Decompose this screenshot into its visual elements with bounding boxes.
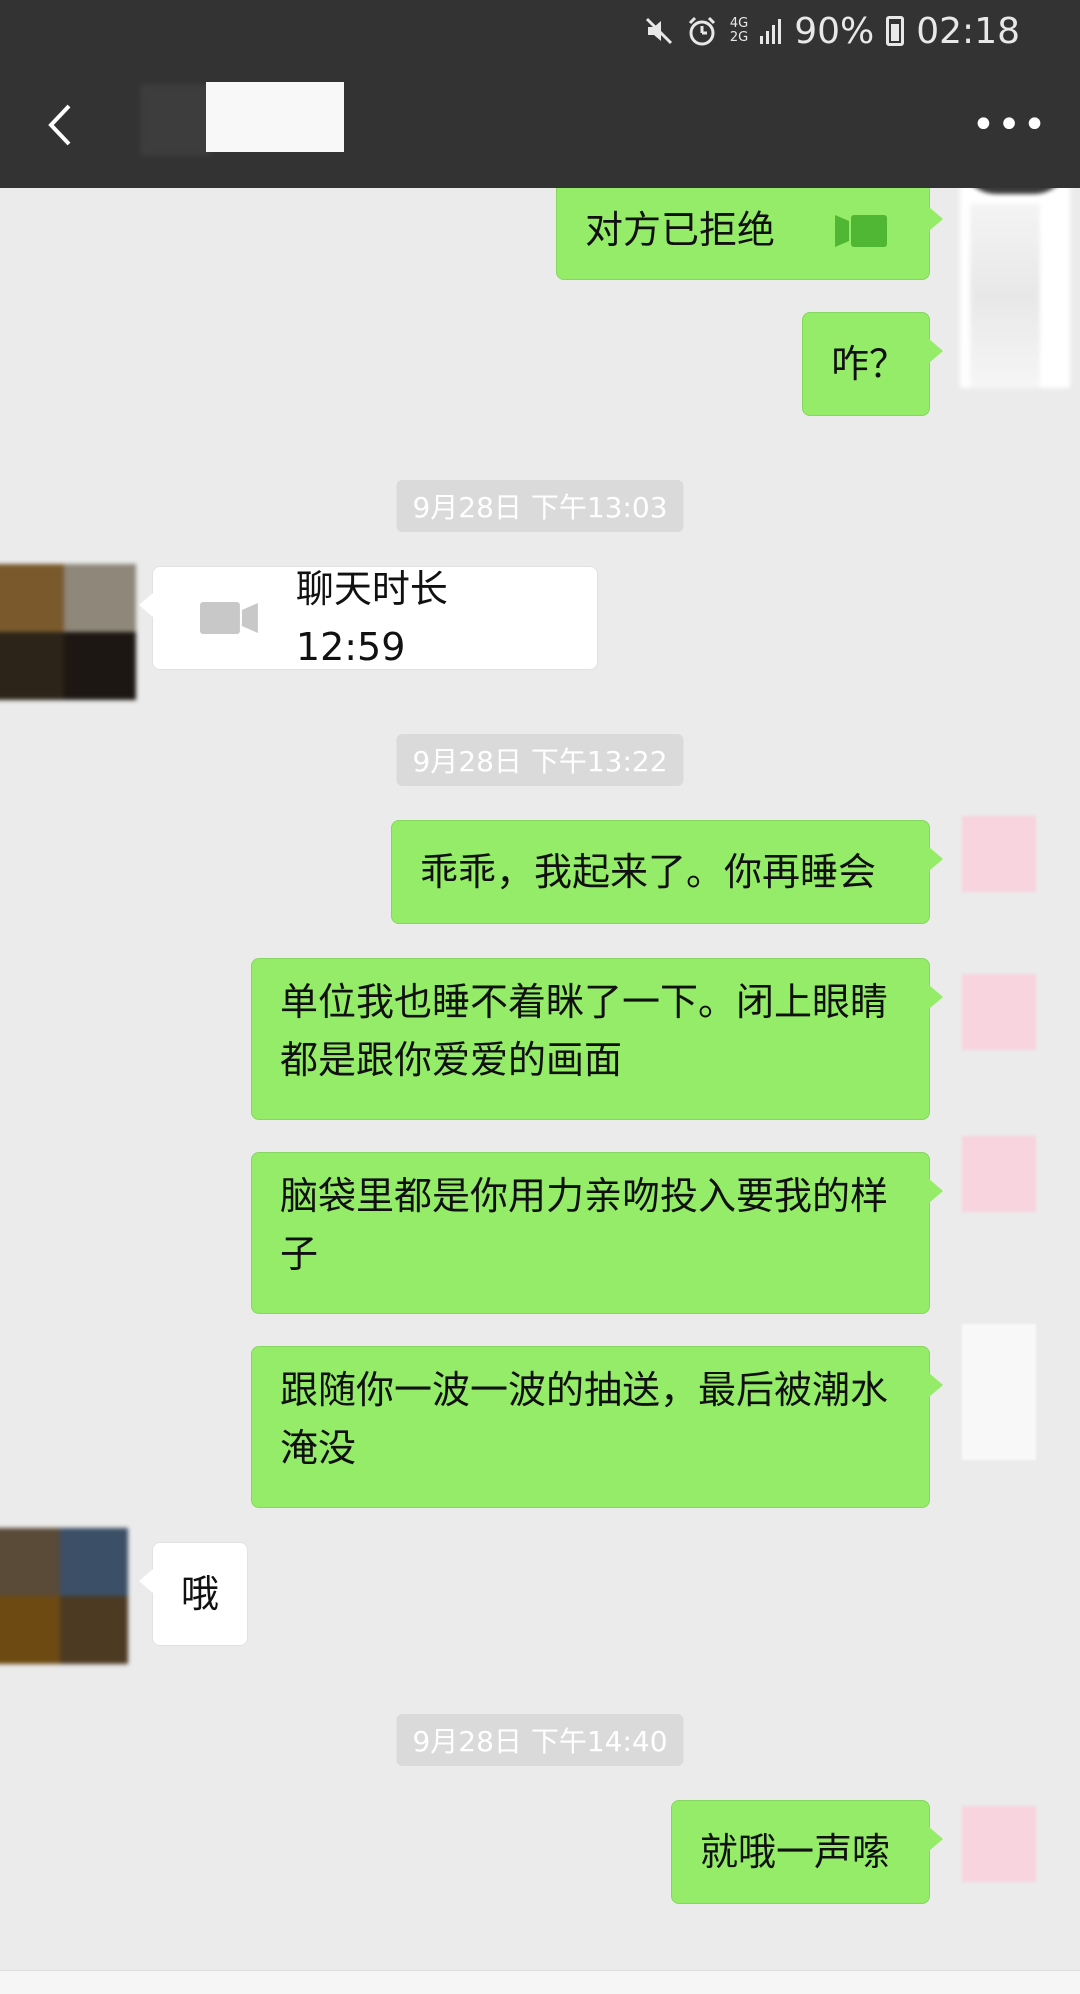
chat-area: 对方已拒绝 咋？ 9月28日 下午13:03 聊天时长 12:59 9月28日 …	[0, 188, 1080, 1970]
message-bubble[interactable]: 乖乖，我起来了。你再睡会	[391, 820, 943, 924]
mute-icon	[645, 17, 672, 45]
timestamp: 9月28日 下午13:22	[396, 734, 684, 786]
my-avatar[interactable]	[962, 1324, 1036, 1460]
chat-header: •••	[0, 62, 1080, 188]
message-text: 单位我也睡不着眯了一下。闭上眼睛都是跟你爱爱的画面	[280, 980, 889, 1082]
message-bubble[interactable]: 单位我也睡不着眯了一下。闭上眼睛都是跟你爱爱的画面	[251, 958, 943, 1120]
message-call-duration[interactable]: 聊天时长 12:59	[139, 566, 598, 670]
message-text: 咋？	[831, 342, 908, 386]
chevron-left-icon	[48, 104, 71, 146]
message-text: 脑袋里都是你用力亲吻投入要我的样子	[280, 1174, 889, 1276]
contact-name-redacted	[206, 82, 344, 152]
message-text: 聊天时长 12:59	[295, 567, 448, 669]
message-text: 跟随你一波一波的抽送，最后被潮水淹没	[280, 1368, 889, 1470]
message-bubble[interactable]: 跟随你一波一波的抽送，最后被潮水淹没	[251, 1346, 943, 1508]
back-button[interactable]	[30, 92, 90, 158]
my-avatar[interactable]	[962, 1806, 1036, 1882]
message-bubble[interactable]: 哦	[139, 1542, 248, 1646]
video-camera-icon	[199, 602, 258, 634]
network-4g: 4G	[729, 16, 749, 31]
timestamp: 9月28日 下午14:40	[396, 1714, 684, 1766]
my-avatar[interactable]	[962, 816, 1036, 892]
status-time: 02:18	[916, 10, 1020, 52]
more-button[interactable]: •••	[972, 102, 1047, 148]
status-bar: 4G 2G 90% 02:18	[0, 0, 1080, 62]
message-text: 哦	[180, 1572, 219, 1616]
message-bubble[interactable]: 脑袋里都是你用力亲吻投入要我的样子	[251, 1152, 943, 1314]
signal-icon	[760, 19, 782, 44]
more-icon: •••	[971, 102, 1049, 148]
contact-avatar[interactable]	[0, 1528, 128, 1664]
network-type: 4G 2G	[730, 17, 748, 45]
my-avatar[interactable]	[962, 1136, 1036, 1212]
input-bar-edge	[0, 1970, 1080, 1994]
message-text: 乖乖，我起来了。你再睡会	[420, 850, 877, 894]
message-text: 对方已拒绝	[585, 208, 776, 252]
message-text: 就哦一声嗦	[700, 1830, 891, 1874]
contact-avatar[interactable]	[0, 564, 136, 700]
timestamp: 9月28日 下午13:03	[396, 480, 684, 532]
message-call-declined[interactable]: 对方已拒绝	[556, 188, 943, 280]
battery-icon	[886, 16, 905, 46]
alarm-icon	[688, 16, 715, 46]
battery-percent: 90%	[794, 10, 875, 52]
network-2g: 2G	[729, 30, 749, 45]
message-bubble[interactable]: 咋？	[802, 312, 943, 416]
my-avatar[interactable]	[962, 974, 1036, 1050]
video-call-icon	[835, 215, 887, 247]
status-icons: 4G 2G 90% 02:18	[644, 8, 1020, 54]
contact-name-redacted-shadow	[140, 84, 212, 156]
my-avatar[interactable]	[960, 188, 1070, 388]
message-bubble[interactable]: 就哦一声嗦	[671, 1800, 943, 1904]
